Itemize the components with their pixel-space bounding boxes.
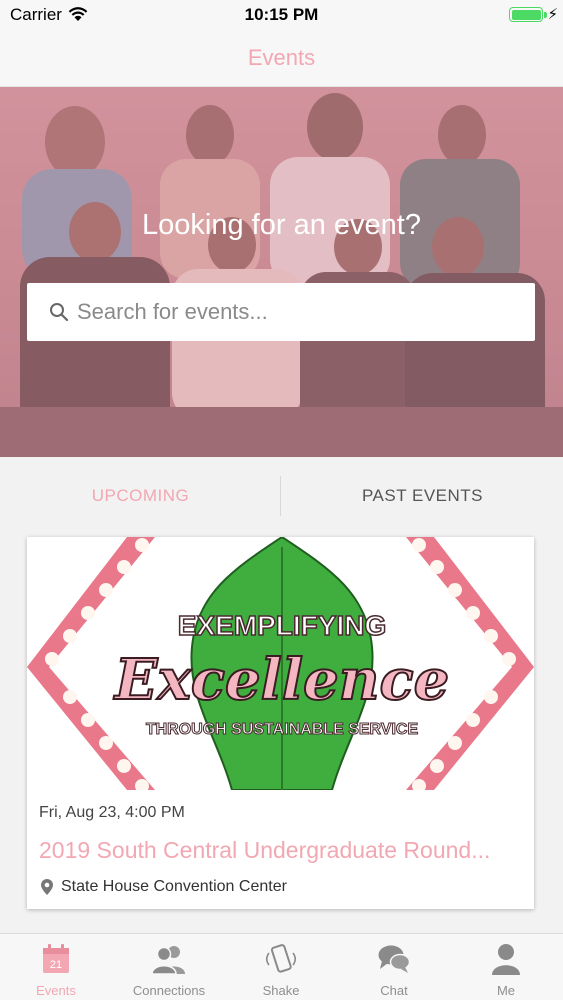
calendar-day: 21 [50, 959, 62, 971]
map-pin-icon [41, 879, 53, 900]
people-icon [113, 942, 225, 976]
tab-upcoming[interactable]: UPCOMING [0, 457, 281, 535]
calendar-icon: 21 [0, 942, 112, 976]
hero-heading: Looking for an event? [142, 209, 421, 241]
banner-line-1: EXEMPLIFYING [178, 610, 386, 641]
event-card[interactable]: EXEMPLIFYING Excellence THROUGH SUSTAINA… [27, 537, 534, 909]
status-bar: Carrier 10:15 PM ⚡︎ [0, 0, 563, 30]
tab-bar-label: Shake [262, 983, 300, 998]
tab-divider [280, 476, 281, 516]
event-title[interactable]: 2019 South Central Undergraduate Round..… [39, 837, 524, 864]
tab-bar-label: Connections [132, 983, 206, 998]
chat-bubbles-icon [338, 942, 450, 976]
search-bar[interactable] [27, 283, 535, 341]
shake-phone-icon [225, 942, 337, 976]
event-location: State House Convention Center [61, 878, 287, 895]
clock: 10:15 PM [244, 5, 319, 24]
person-icon [450, 942, 562, 976]
search-icon [49, 302, 69, 327]
tab-bar-item-events[interactable]: 21 Events [0, 934, 112, 1000]
tab-bar-label: Me [496, 983, 516, 998]
hero-tint-overlay [0, 87, 563, 457]
navigation-bar: Events [0, 30, 563, 87]
search-hero: Looking for an event? [0, 87, 563, 457]
event-banner-image: EXEMPLIFYING Excellence THROUGH SUSTAINA… [27, 537, 534, 790]
banner-line-3: THROUGH SUSTAINABLE SERVICE [146, 721, 419, 738]
search-input[interactable] [77, 283, 517, 341]
banner-line-2: Excellence [113, 647, 449, 713]
tab-past-events[interactable]: PAST EVENTS [282, 457, 563, 535]
page-title: Events [247, 45, 316, 70]
tab-bar-item-shake[interactable]: Shake [225, 934, 337, 1000]
tab-bar-item-connections[interactable]: Connections [113, 934, 225, 1000]
battery-icon [509, 7, 543, 22]
event-date: Fri, Aug 23, 4:00 PM [39, 804, 185, 821]
bottom-tab-bar: 21 Events Connections Shake Chat Me [0, 933, 563, 1000]
tab-bar-label: Chat [380, 983, 408, 998]
charging-bolt-icon: ⚡︎ [547, 6, 558, 23]
tab-bar-label: Events [36, 983, 76, 998]
tab-bar-item-me[interactable]: Me [450, 934, 562, 1000]
event-tabs: UPCOMING PAST EVENTS [0, 457, 563, 535]
tab-bar-item-chat[interactable]: Chat [338, 934, 450, 1000]
